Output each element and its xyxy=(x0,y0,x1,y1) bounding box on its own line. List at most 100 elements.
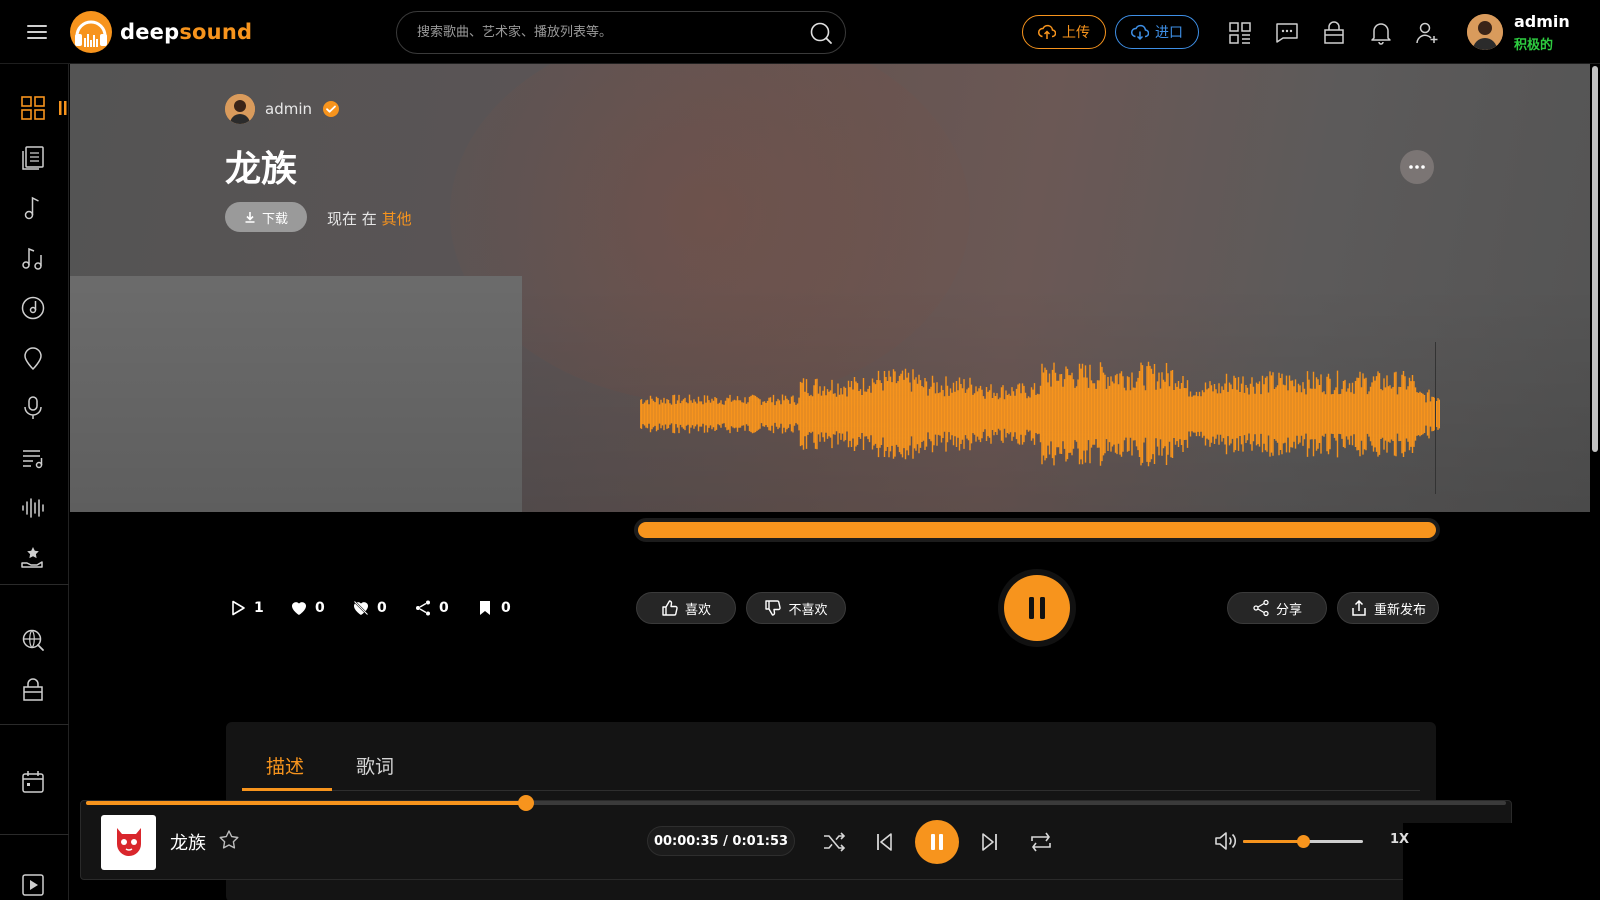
bell-icon[interactable] xyxy=(1368,20,1394,46)
artist-name: admin xyxy=(265,100,312,118)
player-play-pause-button[interactable] xyxy=(915,820,959,864)
player-seek-bar[interactable] xyxy=(86,795,1506,811)
user-status: 积极的 xyxy=(1514,38,1554,53)
user-menu[interactable]: admin 积极的 xyxy=(1467,12,1597,53)
active-indicator xyxy=(59,101,67,115)
genre-line: 现在 在 其他 xyxy=(327,208,412,229)
menu-icon[interactable] xyxy=(26,21,48,43)
globe-search-icon[interactable] xyxy=(20,627,46,653)
active-tab-underline xyxy=(242,788,332,791)
headphones-logo-icon xyxy=(70,11,112,53)
track-progress-fill xyxy=(638,522,1436,538)
music-note-icon[interactable] xyxy=(20,195,46,221)
grid-icon[interactable] xyxy=(20,95,46,121)
like-button[interactable]: 喜欢 xyxy=(636,592,736,624)
artist-link[interactable]: admin xyxy=(225,94,340,124)
search-icon[interactable] xyxy=(809,21,833,45)
scrollbar-thumb[interactable] xyxy=(1592,66,1598,452)
left-sidebar xyxy=(0,64,69,900)
waveform-bars xyxy=(640,361,1440,467)
share-icon xyxy=(416,600,430,616)
store-icon[interactable] xyxy=(20,677,46,703)
download-label: 下载 xyxy=(261,211,288,227)
playback-speed[interactable]: 1X xyxy=(1390,832,1409,847)
volume-handle[interactable] xyxy=(1297,835,1310,848)
waveform[interactable] xyxy=(640,340,1440,490)
disc-icon[interactable] xyxy=(20,295,46,321)
play-square-icon[interactable] xyxy=(20,872,46,898)
repeat-icon[interactable] xyxy=(1027,828,1055,856)
favorite-star-icon[interactable] xyxy=(218,829,240,851)
search-box xyxy=(396,11,846,54)
more-options-button[interactable] xyxy=(1400,150,1434,184)
genre-link[interactable]: 其他 xyxy=(382,210,412,228)
pause-icon xyxy=(931,834,943,850)
cat-logo-icon xyxy=(116,827,141,856)
waveform-icon[interactable] xyxy=(20,495,46,521)
thumbs-up-icon xyxy=(662,600,678,616)
plays-count: 1 xyxy=(254,600,264,616)
repost-button[interactable]: 重新发布 xyxy=(1337,592,1439,624)
store-icon[interactable] xyxy=(1321,20,1347,46)
artist-avatar xyxy=(225,94,255,124)
add-user-icon[interactable] xyxy=(1414,20,1440,46)
music-notes-icon[interactable] xyxy=(20,245,46,271)
dislikes-count: 0 xyxy=(377,600,387,616)
download-button[interactable]: 下载 xyxy=(225,202,307,232)
dislike-button[interactable]: 不喜欢 xyxy=(746,592,846,624)
import-label: 进口 xyxy=(1155,25,1183,41)
dislike-label: 不喜欢 xyxy=(788,602,828,618)
shares-count: 0 xyxy=(439,600,449,616)
playlist-icon[interactable] xyxy=(20,445,46,471)
dashboard-icon[interactable] xyxy=(1227,20,1253,46)
upload-button[interactable]: 上传 xyxy=(1022,15,1106,49)
pause-icon xyxy=(1029,597,1045,619)
volume-slider[interactable] xyxy=(1243,835,1363,848)
share-label: 分享 xyxy=(1275,602,1302,618)
song-title: 龙族 xyxy=(225,149,298,190)
location-icon[interactable] xyxy=(20,345,46,371)
brand-name-white: deep xyxy=(120,20,180,44)
dislikes-stat: 0 xyxy=(352,597,387,619)
waveform-cursor xyxy=(1435,342,1436,494)
share-icon xyxy=(1253,599,1269,617)
avatar xyxy=(1467,14,1503,50)
likes-count: 0 xyxy=(315,600,325,616)
player-song-title[interactable]: 龙族 xyxy=(170,829,206,855)
repost-icon xyxy=(1352,599,1366,616)
download-icon xyxy=(245,212,255,223)
upload-icon xyxy=(1038,24,1056,39)
user-name: admin xyxy=(1514,12,1570,31)
plays-stat: 1 xyxy=(229,597,264,619)
broken-heart-icon xyxy=(353,600,369,616)
share-button[interactable]: 分享 xyxy=(1227,592,1327,624)
main-play-pause-button[interactable] xyxy=(998,569,1076,647)
shuffle-icon[interactable] xyxy=(821,828,849,856)
previous-icon[interactable] xyxy=(870,828,898,856)
track-progress-bar[interactable] xyxy=(634,518,1440,542)
search-input[interactable] xyxy=(417,12,797,53)
calendar-icon[interactable] xyxy=(20,769,46,795)
star-hand-icon[interactable] xyxy=(20,545,46,571)
volume-icon[interactable] xyxy=(1212,828,1238,854)
import-button[interactable]: 进口 xyxy=(1115,15,1199,49)
player-time: 00:00:35 / 0:01:53 xyxy=(647,826,795,856)
messages-icon[interactable] xyxy=(1274,20,1300,46)
sidebar-divider xyxy=(0,834,69,835)
brand-logo[interactable]: deepsound xyxy=(68,9,252,55)
saves-count: 0 xyxy=(501,600,511,616)
verified-icon xyxy=(323,101,339,117)
sidebar-divider xyxy=(0,724,69,725)
more-dots-icon xyxy=(1409,165,1425,169)
library-icon[interactable] xyxy=(20,145,46,171)
next-icon[interactable] xyxy=(976,828,1004,856)
saves-stat: 0 xyxy=(476,597,511,619)
microphone-icon[interactable] xyxy=(20,395,46,421)
brand-name-orange: sound xyxy=(179,20,253,44)
bookmark-icon xyxy=(480,601,490,615)
player-cover-art[interactable] xyxy=(101,815,156,870)
genre-prefix: 现在 在 xyxy=(327,210,377,228)
repost-label: 重新发布 xyxy=(1373,602,1426,618)
tab-lyrics[interactable]: 歌词 xyxy=(356,752,394,779)
tab-description[interactable]: 描述 xyxy=(266,752,304,779)
